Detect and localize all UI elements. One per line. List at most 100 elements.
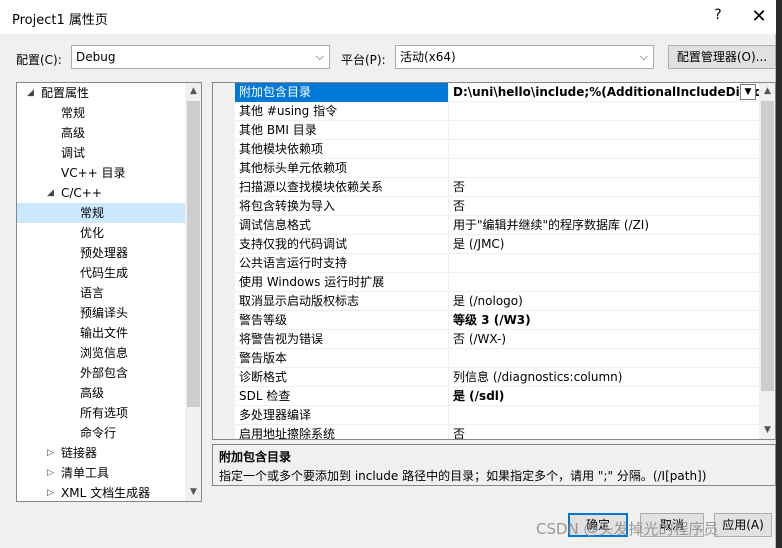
chevron-down-icon[interactable]: ▼ — [740, 84, 756, 100]
apply-button[interactable]: 应用(A) — [714, 513, 772, 537]
property-row[interactable]: 附加包含目录 D:\uni\hello\include;%(AdditionalI… — [235, 83, 759, 102]
property-value[interactable]: 是 (/JMC) — [449, 235, 759, 254]
property-value[interactable]: 是 (/sdl) — [449, 387, 759, 406]
tree-item[interactable]: ▷ 清单工具 — [17, 463, 185, 483]
tree-item[interactable]: 输出文件 — [17, 323, 185, 343]
scroll-down-icon[interactable]: ▼ — [185, 484, 201, 501]
tree-scrollbar[interactable]: ▲ ▼ — [185, 83, 201, 501]
tree-scroll-thumb[interactable] — [187, 101, 200, 407]
platform-select-value: 活动(x64) — [400, 50, 456, 64]
tree-item[interactable]: ▷ 链接器 — [17, 443, 185, 463]
property-row[interactable]: 其他标头单元依赖项 — [235, 159, 759, 178]
property-row[interactable]: 支持仅我的代码调试是 (/JMC) — [235, 235, 759, 254]
description-title: 附加包含目录 — [219, 450, 292, 464]
tree-item-label: 常规 — [80, 206, 105, 220]
tree-item-label: 输出文件 — [80, 326, 129, 340]
tree-item[interactable]: 高级 — [17, 383, 185, 403]
platform-select[interactable]: 活动(x64) ⌵ — [395, 45, 654, 69]
property-value[interactable]: 列信息 (/diagnostics:column) — [449, 368, 759, 387]
tree-item[interactable]: 代码生成 — [17, 263, 185, 283]
tree-item-label: 配置属性 — [41, 86, 90, 100]
property-value[interactable] — [449, 121, 759, 140]
property-value[interactable]: 等级 3 (/W3) — [449, 311, 759, 330]
tree-item[interactable]: 所有选项 — [17, 403, 185, 423]
property-value[interactable]: 是 (/nologo) — [449, 292, 759, 311]
close-button[interactable]: ✕ — [744, 4, 774, 30]
property-row[interactable]: 其他 BMI 目录 — [235, 121, 759, 140]
tree-item[interactable]: 调试 — [17, 143, 185, 163]
collapse-icon[interactable]: ◢ — [27, 83, 34, 103]
property-row[interactable]: 警告等级 等级 3 (/W3) — [235, 311, 759, 330]
property-name: 取消显示启动版权标志 — [235, 292, 449, 311]
configuration-manager-button[interactable]: 配置管理器(O)... — [668, 45, 776, 69]
property-value[interactable]: 用于"编辑并继续"的程序数据库 (/ZI) — [449, 216, 759, 235]
tree-item[interactable]: 高级 — [17, 123, 185, 143]
property-row[interactable]: 多处理器编译 — [235, 406, 759, 425]
grid-scrollbar[interactable]: ▲ ▼ — [759, 83, 775, 439]
grid-scroll-thumb[interactable] — [761, 101, 774, 391]
property-name: 警告版本 — [235, 349, 449, 368]
property-row[interactable]: 调试信息格式 用于"编辑并继续"的程序数据库 (/ZI) — [235, 216, 759, 235]
chevron-down-icon: ⌵ — [639, 50, 648, 63]
tree-item[interactable]: 命令行 — [17, 423, 185, 443]
property-row[interactable]: 启用地址擦除系统否 — [235, 425, 759, 439]
property-value[interactable] — [449, 102, 759, 121]
tree-item[interactable]: ◢ C/C++ — [17, 183, 185, 203]
scroll-up-icon[interactable]: ▲ — [185, 83, 201, 100]
tree-item-label: 优化 — [80, 226, 105, 240]
tree-item-label: C/C++ — [61, 186, 102, 200]
property-name: 多处理器编译 — [235, 406, 449, 425]
property-row[interactable]: 将警告视为错误否 (/WX-) — [235, 330, 759, 349]
description-text: 指定一个或多个要添加到 include 路径中的目录；如果指定多个，请用 ";"… — [219, 469, 707, 483]
tree-item[interactable]: ▷ XML 文档生成器 — [17, 483, 185, 501]
expand-icon[interactable]: ▷ — [47, 483, 54, 501]
property-name: 诊断格式 — [235, 368, 449, 387]
help-button[interactable]: ? — [706, 7, 730, 27]
config-label: 配置(C): — [16, 53, 62, 67]
tree-item[interactable]: ◢ 配置属性 — [17, 83, 185, 103]
tree-item[interactable]: 浏览信息 — [17, 343, 185, 363]
property-value[interactable] — [449, 406, 759, 425]
tree-item[interactable]: 预编译头 — [17, 303, 185, 323]
property-value[interactable] — [449, 159, 759, 178]
property-row[interactable]: 警告版本 — [235, 349, 759, 368]
property-row[interactable]: 其他模块依赖项 — [235, 140, 759, 159]
property-row[interactable]: 取消显示启动版权标志是 (/nologo) — [235, 292, 759, 311]
property-value[interactable] — [449, 140, 759, 159]
tree-item-label: 预处理器 — [80, 246, 129, 260]
property-value[interactable]: 否 — [449, 197, 759, 216]
scroll-up-icon[interactable]: ▲ — [759, 83, 775, 100]
property-row[interactable]: 扫描源以查找模块依赖关系否 — [235, 178, 759, 197]
property-row[interactable]: SDL 检查是 (/sdl) — [235, 387, 759, 406]
property-row[interactable]: 使用 Windows 运行时扩展 — [235, 273, 759, 292]
property-row[interactable]: 公共语言运行时支持 — [235, 254, 759, 273]
property-name: 其他 #using 指令 — [235, 102, 449, 121]
property-row[interactable]: 诊断格式 列信息 (/diagnostics:column) — [235, 368, 759, 387]
collapse-icon[interactable]: ◢ — [47, 183, 54, 203]
property-value[interactable]: 否 (/WX-) — [449, 330, 759, 349]
property-row[interactable]: 其他 #using 指令 — [235, 102, 759, 121]
tree-item[interactable]: 预处理器 — [17, 243, 185, 263]
property-value[interactable] — [449, 349, 759, 368]
expand-icon[interactable]: ▷ — [47, 463, 54, 483]
config-select[interactable]: Debug ⌵ — [71, 45, 330, 69]
property-tree: ◢ 配置属性 常规 高级 调试 VC++ 目录 ◢ C/C++ 常规 优化 预处理器 代码生成 语言 预编… — [16, 82, 202, 502]
property-row[interactable]: 将包含转换为导入否 — [235, 197, 759, 216]
tree-item[interactable]: VC++ 目录 — [17, 163, 185, 183]
property-value[interactable]: D:\uni\hello\include;%(AdditionalInclude… — [449, 83, 759, 102]
tree-item[interactable]: 常规 — [17, 203, 185, 223]
tree-item[interactable]: 外部包含 — [17, 363, 185, 383]
tree-item-label: 预编译头 — [80, 306, 129, 320]
tree-item[interactable]: 语言 — [17, 283, 185, 303]
tree-item[interactable]: 常规 — [17, 103, 185, 123]
tree-item[interactable]: 优化 — [17, 223, 185, 243]
property-value[interactable] — [449, 273, 759, 292]
property-name: 将警告视为错误 — [235, 330, 449, 349]
property-name: 附加包含目录 — [235, 83, 449, 102]
scroll-down-icon[interactable]: ▼ — [759, 422, 775, 439]
property-value[interactable]: 否 — [449, 425, 759, 439]
expand-icon[interactable]: ▷ — [47, 443, 54, 463]
property-value[interactable]: 否 — [449, 178, 759, 197]
property-value[interactable] — [449, 254, 759, 273]
property-name: 公共语言运行时支持 — [235, 254, 449, 273]
